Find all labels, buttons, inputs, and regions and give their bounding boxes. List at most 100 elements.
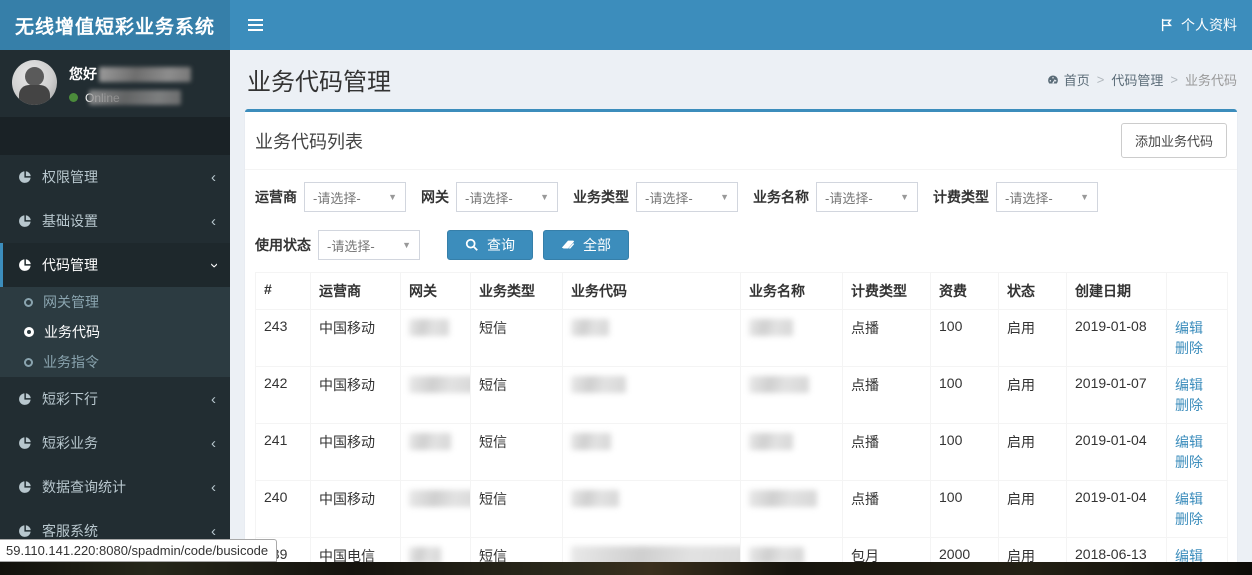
cell-type: 短信 <box>470 366 563 424</box>
delete-link[interactable]: 删除 <box>1175 511 1203 527</box>
redacted-status-overlay <box>88 90 181 105</box>
column-header: 业务名称 <box>740 272 843 310</box>
redacted-cell-content <box>571 375 626 393</box>
cell-created: 2019-01-04 <box>1066 480 1167 538</box>
profile-label: 个人资料 <box>1181 17 1237 33</box>
edit-link[interactable]: 编辑 <box>1175 491 1203 507</box>
delete-link[interactable]: 删除 <box>1175 454 1203 470</box>
breadcrumb-separator: > <box>1170 72 1178 87</box>
edit-link[interactable]: 编辑 <box>1175 320 1203 336</box>
all-button[interactable]: 全部 <box>543 230 629 260</box>
filter-field-网关: 网关 -请选择- ▼ <box>421 182 558 212</box>
sidebar-item-代码管理[interactable]: 代码管理 ‹ <box>0 243 230 287</box>
filter-field-运营商: 运营商 -请选择- ▼ <box>255 182 406 212</box>
redacted-cell-content <box>409 489 470 507</box>
pie-chart-icon <box>18 170 42 184</box>
cell-name <box>740 309 843 367</box>
selected-value: -请选择- <box>465 190 513 206</box>
selected-value: -请选择- <box>313 190 361 206</box>
cell-status: 启用 <box>998 423 1067 481</box>
cell-gateway <box>400 366 471 424</box>
redacted-cell-content <box>409 318 449 336</box>
column-header: 状态 <box>998 272 1067 310</box>
sidebar-item-短彩下行[interactable]: 短彩下行 ‹ <box>0 377 230 421</box>
filter-field-使用状态: 使用状态 -请选择- ▼ <box>255 230 420 260</box>
redacted-username <box>99 66 191 82</box>
table-row: 241 中国移动 短信 点播 100 启用 2019-01-04 编辑 删除 <box>255 423 1228 481</box>
sidebar-item-label: 权限管理 <box>42 169 98 185</box>
chevron-left-icon: ‹ <box>211 212 216 230</box>
column-header: 资费 <box>930 272 999 310</box>
cell-actions: 编辑 删除 <box>1166 423 1228 481</box>
pie-chart-icon <box>18 258 42 272</box>
cell-gateway <box>400 480 471 538</box>
sidebar-item-label: 短彩下行 <box>42 391 98 407</box>
cell-carrier: 中国移动 <box>310 309 401 367</box>
pie-chart-icon <box>18 436 42 450</box>
column-header: 计费类型 <box>842 272 931 310</box>
delete-link[interactable]: 删除 <box>1175 397 1203 413</box>
redacted-cell-content <box>749 489 817 507</box>
edit-link[interactable]: 编辑 <box>1175 434 1203 450</box>
filter-select-运营商[interactable]: -请选择- ▼ <box>304 182 406 212</box>
user-panel: 您好 Online <box>0 50 230 117</box>
column-header: 网关 <box>400 272 471 310</box>
column-header <box>1166 272 1228 310</box>
column-header: 创建日期 <box>1066 272 1167 310</box>
cell-code <box>562 309 741 367</box>
cell-id: 240 <box>255 480 311 538</box>
breadcrumb-home-link[interactable]: 首页 <box>1047 70 1090 89</box>
sidebar-item-label: 数据查询统计 <box>42 479 126 495</box>
table-row: 240 中国移动 短信 点播 100 启用 2019-01-04 编辑 删除 <box>255 480 1228 538</box>
filter-label: 使用状态 <box>255 237 311 253</box>
filter-label: 运营商 <box>255 189 297 205</box>
cell-name <box>740 366 843 424</box>
filter-select-使用状态[interactable]: -请选择- ▼ <box>318 230 420 260</box>
submenu-item-业务代码[interactable]: 业务代码 <box>0 317 230 347</box>
sidebar-divider-strip <box>0 117 230 155</box>
cell-carrier: 中国移动 <box>310 480 401 538</box>
redacted-cell-content <box>571 489 619 507</box>
edit-link[interactable]: 编辑 <box>1175 377 1203 393</box>
chevron-left-icon: ‹ <box>211 522 216 540</box>
delete-link[interactable]: 删除 <box>1175 340 1203 356</box>
breadcrumb-home-label: 首页 <box>1063 73 1090 88</box>
cell-status: 启用 <box>998 309 1067 367</box>
pie-chart-icon <box>18 480 42 494</box>
search-button[interactable]: 查询 <box>447 230 533 260</box>
breadcrumb-link-code-mgmt[interactable]: 代码管理 <box>1111 70 1163 89</box>
breadcrumb-separator: > <box>1096 72 1105 87</box>
sidebar-item-短彩业务[interactable]: 短彩业务 ‹ <box>0 421 230 465</box>
table-header-row: # 运营商 网关 业务类型 业务代码 业务名称 计费类型 资费 状态 创建日期 <box>255 272 1228 310</box>
redacted-cell-content <box>571 432 611 450</box>
submenu-item-label: 网关管理 <box>43 294 99 310</box>
cell-id: 241 <box>255 423 311 481</box>
cell-fee: 100 <box>930 309 999 367</box>
filter-field-计费类型: 计费类型 -请选择- ▼ <box>933 182 1098 212</box>
cell-billing: 点播 <box>842 423 931 481</box>
filter-field-业务名称: 业务名称 -请选择- ▼ <box>753 182 918 212</box>
sidebar-item-权限管理[interactable]: 权限管理 ‹ <box>0 155 230 199</box>
submenu-item-网关管理[interactable]: 网关管理 <box>0 287 230 317</box>
sidebar-toggle-icon[interactable] <box>230 0 281 50</box>
submenu-item-业务指令[interactable]: 业务指令 <box>0 347 230 377</box>
redacted-cell-content <box>749 318 793 336</box>
add-business-code-button[interactable]: 添加业务代码 <box>1120 123 1227 158</box>
top-navbar: 无线增值短彩业务系统 个人资料 <box>0 0 1252 50</box>
box-header: 业务代码列表 添加业务代码 <box>245 112 1237 170</box>
sidebar-item-基础设置[interactable]: 基础设置 ‹ <box>0 199 230 243</box>
cell-id: 243 <box>255 309 311 367</box>
profile-menu[interactable]: 个人资料 <box>1145 0 1252 50</box>
browser-status-bar: 59.110.141.220:8080/spadmin/code/busicod… <box>0 539 278 562</box>
filter-select-业务名称[interactable]: -请选择- ▼ <box>816 182 918 212</box>
filter-select-计费类型[interactable]: -请选择- ▼ <box>996 182 1098 212</box>
cell-actions: 编辑 删除 <box>1166 309 1228 367</box>
caret-down-icon: ▼ <box>540 192 549 202</box>
sidebar-item-数据查询统计[interactable]: 数据查询统计 ‹ <box>0 465 230 509</box>
filter-select-业务类型[interactable]: -请选择- ▼ <box>636 182 738 212</box>
column-header: 运营商 <box>310 272 401 310</box>
filter-select-网关[interactable]: -请选择- ▼ <box>456 182 558 212</box>
business-code-box: 业务代码列表 添加业务代码 运营商 -请选择- ▼ 网关 -请选择- ▼ 业务类型 -请选择-… <box>245 109 1237 575</box>
submenu-item-label: 业务指令 <box>43 354 99 370</box>
cell-actions: 编辑 删除 <box>1166 366 1228 424</box>
